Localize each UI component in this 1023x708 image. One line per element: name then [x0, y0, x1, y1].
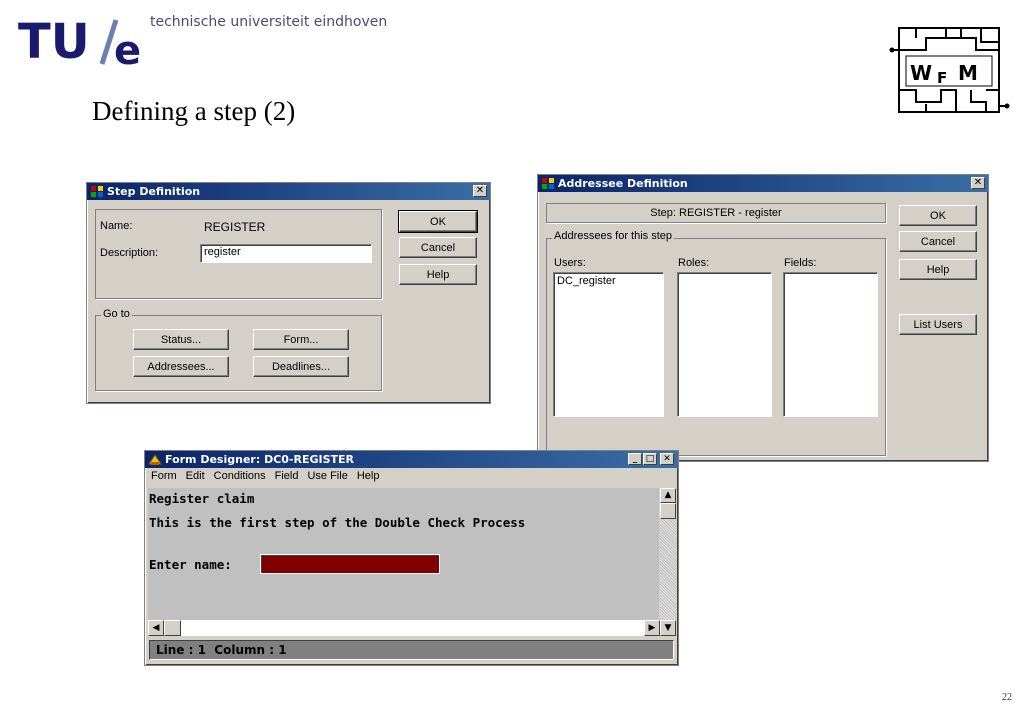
- form-button[interactable]: Form...: [253, 329, 349, 350]
- addressees-button[interactable]: Addressees...: [133, 356, 229, 377]
- svg-text:TU: TU: [18, 14, 90, 70]
- description-input[interactable]: register: [200, 244, 372, 263]
- description-label: Description:: [100, 247, 159, 259]
- help-button[interactable]: Help: [399, 264, 477, 285]
- menubar: Form Edit Conditions Field Use File Help: [145, 468, 678, 484]
- wfm-logo: W F M: [889, 27, 1010, 113]
- list-item[interactable]: DC_register: [557, 275, 660, 287]
- form-designer-icon: [148, 454, 162, 465]
- menu-conditions[interactable]: Conditions: [214, 470, 266, 482]
- deadlines-button[interactable]: Deadlines...: [253, 356, 349, 377]
- scroll-thumb[interactable]: [660, 503, 676, 519]
- name-label: Name:: [100, 220, 133, 232]
- step-header-panel: Step: REGISTER - register: [546, 203, 886, 223]
- svg-text:F: F: [937, 69, 947, 87]
- form-line-2: This is the first step of the Double Che…: [149, 515, 526, 530]
- window-title: Step Definition: [107, 185, 201, 198]
- users-label: Users:: [554, 257, 586, 269]
- maximize-icon[interactable]: □: [643, 453, 657, 465]
- step-definition-titlebar[interactable]: Step Definition ✕: [87, 183, 490, 200]
- ok-button[interactable]: OK: [899, 205, 977, 226]
- menu-help[interactable]: Help: [357, 470, 380, 482]
- goto-group: [95, 315, 382, 391]
- vertical-scrollbar[interactable]: ▲: [660, 488, 676, 620]
- cancel-button[interactable]: Cancel: [899, 231, 977, 252]
- help-button[interactable]: Help: [899, 259, 977, 280]
- form-line-1: Register claim: [149, 491, 255, 506]
- scroll-thumb[interactable]: [164, 620, 181, 636]
- fields-label: Fields:: [784, 257, 817, 269]
- slide-title: Defining a step (2): [92, 96, 296, 126]
- svg-text:M: M: [958, 61, 978, 85]
- menu-use-file[interactable]: Use File: [307, 470, 347, 482]
- fields-list[interactable]: [783, 272, 878, 417]
- menu-edit[interactable]: Edit: [186, 470, 205, 482]
- addressee-definition-titlebar[interactable]: Addressee Definition ✕: [538, 175, 988, 192]
- close-icon[interactable]: ✕: [473, 185, 487, 197]
- form-canvas[interactable]: Register claim This is the first step of…: [148, 488, 659, 620]
- page-number: 22: [1002, 692, 1012, 703]
- status-button[interactable]: Status...: [133, 329, 229, 350]
- name-input-field[interactable]: [260, 554, 440, 574]
- list-users-button[interactable]: List Users: [899, 314, 977, 335]
- close-icon[interactable]: ✕: [660, 453, 674, 465]
- window-title: Form Designer: DC0-REGISTER: [165, 453, 355, 466]
- menu-form[interactable]: Form: [151, 470, 177, 482]
- scroll-right-icon[interactable]: ▶: [644, 620, 660, 636]
- status-text: Line : 1 Column : 1: [156, 643, 287, 657]
- ok-button[interactable]: OK: [398, 210, 478, 233]
- app-icon: [542, 178, 554, 189]
- users-list[interactable]: DC_register: [553, 272, 664, 417]
- addressees-legend: Addressees for this step: [552, 230, 675, 242]
- horizontal-scrollbar[interactable]: ◀ ▶ ▼: [148, 620, 676, 636]
- minimize-icon[interactable]: _: [628, 453, 642, 465]
- form-designer-window: Form Designer: DC0-REGISTER _ □ ✕ Form E…: [144, 450, 679, 666]
- scroll-up-icon[interactable]: ▲: [660, 488, 676, 503]
- close-icon[interactable]: ✕: [971, 177, 985, 189]
- window-title: Addressee Definition: [558, 177, 688, 190]
- addressee-definition-window: Addressee Definition ✕ Step: REGISTER - …: [537, 174, 989, 462]
- step-text: Step: REGISTER - register: [650, 207, 782, 219]
- roles-list[interactable]: [677, 272, 772, 417]
- menu-field[interactable]: Field: [275, 470, 299, 482]
- roles-label: Roles:: [678, 257, 710, 269]
- goto-legend: Go to: [101, 308, 132, 320]
- form-designer-titlebar[interactable]: Form Designer: DC0-REGISTER _ □ ✕: [145, 451, 678, 468]
- cancel-button[interactable]: Cancel: [399, 237, 477, 258]
- svg-text:e: e: [114, 28, 141, 72]
- step-definition-window: Step Definition ✕ Name: REGISTER Descrip…: [86, 182, 491, 404]
- app-icon: [91, 186, 103, 197]
- status-bar: Line : 1 Column : 1: [149, 640, 674, 660]
- scroll-down-icon[interactable]: ▼: [660, 620, 676, 636]
- tue-logo: TU e: [18, 14, 141, 72]
- svg-text:W: W: [910, 61, 932, 85]
- university-name: technische universiteit eindhoven: [150, 14, 388, 30]
- enter-name-label: Enter name:: [149, 557, 232, 572]
- scroll-left-icon[interactable]: ◀: [148, 620, 164, 636]
- name-value: REGISTER: [204, 220, 266, 234]
